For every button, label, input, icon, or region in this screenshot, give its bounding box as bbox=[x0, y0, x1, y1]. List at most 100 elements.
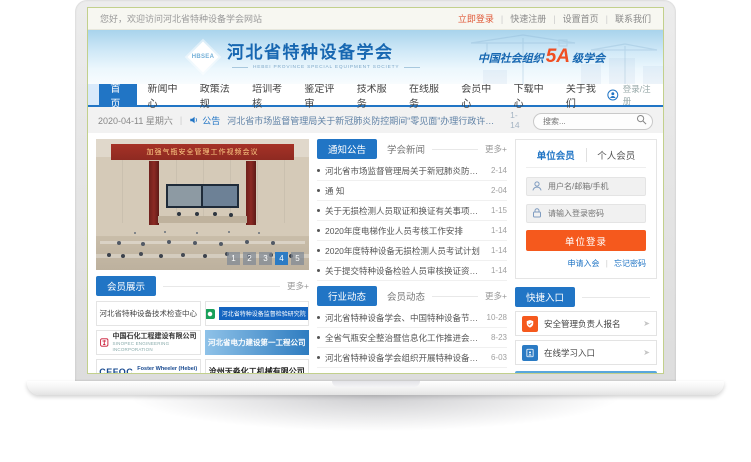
notices-more-link[interactable]: 更多+ bbox=[485, 143, 507, 155]
industry-tab[interactable]: 行业动态 bbox=[317, 286, 377, 306]
quick-entry-header: 快捷入口 bbox=[515, 287, 657, 307]
notices-header: 通知公告学会新闻 更多+ bbox=[317, 139, 507, 159]
nav-item[interactable]: 首页 bbox=[99, 84, 136, 105]
member-card[interactable]: CEFOC Foster Wheeler (Hebei) bbox=[96, 359, 201, 374]
marquee-link[interactable]: 河北省市场监督管理局关于新冠肺炎防控期间“零见面”办理行政许可的公告 bbox=[227, 114, 502, 127]
nav-item[interactable]: 会员中心 bbox=[450, 84, 502, 105]
speaker-icon bbox=[189, 115, 199, 125]
notice-item[interactable]: 关于无损检测人员取证和换证有关事项的通知 1-15 bbox=[317, 201, 507, 221]
notice-item[interactable]: 2020年度电梯作业人员考核工作安排 1-14 bbox=[317, 221, 507, 241]
user-avatar-icon bbox=[607, 88, 619, 102]
notice-item[interactable]: 2020年度特种设备无损检测人员考试计划 1-14 bbox=[317, 241, 507, 261]
site-logo[interactable]: HBSEA 河北省特种设备学会 HEBEI PROVINCE SPECIAL E… bbox=[188, 42, 425, 72]
sinopec-logo-icon bbox=[100, 336, 109, 349]
hbsea-logo-icon: HBSEA bbox=[188, 42, 218, 72]
nav-item[interactable]: 下载中心 bbox=[503, 84, 555, 105]
apply-membership-link[interactable]: 申请入会 bbox=[567, 259, 599, 268]
search-icon[interactable] bbox=[636, 114, 647, 125]
greeting-text: 您好，欢迎访问河北省特种设备学会网站 bbox=[100, 12, 262, 25]
utility-link[interactable]: 立即登录 bbox=[458, 12, 494, 25]
industry-header: 行业动态会员动态 更多+ bbox=[317, 286, 507, 306]
login-submit-button[interactable]: 单位登录 bbox=[526, 230, 646, 251]
industry-more-link[interactable]: 更多+ bbox=[485, 290, 507, 302]
utility-link[interactable]: 设置首页 bbox=[546, 12, 598, 25]
notices-list: 河北省市场监督管理局关于新冠肺炎防控期间“零... 2-14 通 知 2-04 … bbox=[317, 161, 507, 281]
password-field-wrap bbox=[526, 203, 646, 223]
audience bbox=[107, 253, 111, 257]
quick-link-online-learning[interactable]: 在线学习入口 ➤ bbox=[515, 340, 657, 365]
utility-bar: 您好，欢迎访问河北省特种设备学会网站 立即登录快速注册设置首页联系我们 bbox=[88, 8, 663, 30]
industry-item[interactable]: 河北省市场监管局召开全省加强气瓶安全管理工作... 5-28 bbox=[317, 368, 507, 374]
member-card[interactable]: 河北省电力建设第一工程公司 bbox=[205, 330, 310, 355]
utility-link[interactable]: 快速注册 bbox=[494, 12, 546, 25]
notice-item[interactable]: 通 知 2-04 bbox=[317, 181, 507, 201]
carousel-pager: 12345 bbox=[227, 252, 304, 265]
main-content: 加强气瓶安全管理工作视频会议 12345 bbox=[88, 133, 663, 374]
carousel-page-dot[interactable]: 5 bbox=[291, 252, 304, 265]
paperless-platform-banner[interactable]: 河北省特种设备作业人员无纸化管理平台 bbox=[515, 371, 657, 374]
laptop-base bbox=[27, 381, 724, 395]
laptop-screen: 您好，欢迎访问河北省特种设备学会网站 立即登录快速注册设置首页联系我们 bbox=[75, 0, 676, 381]
main-nav: 首页新闻中心政策法规培训考核鉴定评审技术服务在线服务会员中心下载中心关于我们 登… bbox=[88, 84, 663, 107]
carousel-page-dot[interactable]: 4 bbox=[275, 252, 288, 265]
nav-login[interactable]: 登录/注册 bbox=[607, 84, 663, 105]
forgot-password-link[interactable]: 忘记密码 bbox=[614, 259, 646, 268]
shield-icon bbox=[522, 316, 538, 332]
notice-item[interactable]: 关于提交特种设备检验人员审核换证资料的通知 1-14 bbox=[317, 261, 507, 281]
carousel-page-dot[interactable]: 2 bbox=[243, 252, 256, 265]
news-carousel[interactable]: 加强气瓶安全管理工作视频会议 12345 bbox=[96, 139, 309, 270]
carousel-page-dot[interactable]: 1 bbox=[227, 252, 240, 265]
password-input[interactable] bbox=[526, 204, 646, 223]
carousel-page-dot[interactable]: 3 bbox=[259, 252, 272, 265]
nav-item[interactable]: 鉴定评审 bbox=[293, 84, 345, 105]
member-login-card: 单位会员个人会员 bbox=[515, 139, 657, 279]
member-card[interactable]: 河北省特种设备监督检验研究院 bbox=[205, 301, 310, 326]
notices-tab[interactable]: 通知公告 bbox=[317, 139, 377, 159]
nav-item[interactable]: 培训考核 bbox=[241, 84, 293, 105]
member-grid: 河北省特种设备技术检查中心 河北省特种设备监督检验研究院 bbox=[96, 301, 309, 374]
industry-tab[interactable]: 会员动态 bbox=[387, 289, 425, 303]
member-card[interactable]: 中国石化工程建设有限公司 SINOPEC ENGINEERING INCORPO… bbox=[96, 330, 201, 355]
meeting-banner: 加强气瓶安全管理工作视频会议 bbox=[111, 144, 294, 160]
quick-link-safety-signup[interactable]: 安全管理负责人报名 ➤ bbox=[515, 311, 657, 336]
member-card[interactable]: 河北省特种设备技术检查中心 bbox=[96, 301, 201, 326]
industry-item[interactable]: 河北省特种设备学会、中国特种设备节能促进会在... 10-28 bbox=[317, 308, 507, 328]
member-card[interactable]: 沧州天淼化工机械有限公司 bbox=[205, 359, 310, 374]
login-links: 申请入会 | 忘记密码 bbox=[526, 258, 646, 269]
login-tab[interactable]: 个人会员 bbox=[587, 148, 647, 162]
person-icon bbox=[531, 180, 543, 192]
current-date: 2020-04-11 星期六 bbox=[98, 114, 173, 127]
nav-item[interactable]: 政策法规 bbox=[189, 84, 241, 105]
members-more-link[interactable]: 更多+ bbox=[287, 280, 309, 292]
search-input[interactable] bbox=[533, 113, 653, 130]
industry-item[interactable]: 全省气瓶安全整治暨信息化工作推进会召开 8-23 bbox=[317, 328, 507, 348]
nav-item[interactable]: 关于我们 bbox=[555, 84, 607, 105]
5a-grade-badge: 中国社会组织 5A 级学会 bbox=[478, 46, 605, 68]
site-title-english: HEBEI PROVINCE SPECIAL EQUIPMENT SOCIETY bbox=[227, 65, 425, 70]
notice-bar: 2020-04-11 星期六 | 公告 河北省市场监督管理局关于新冠肺炎防控期间… bbox=[88, 107, 663, 133]
left-column: 加强气瓶安全管理工作视频会议 12345 bbox=[96, 139, 309, 374]
nav-item[interactable]: 技术服务 bbox=[346, 84, 398, 105]
username-input[interactable] bbox=[526, 177, 646, 196]
notices-tab[interactable]: 学会新闻 bbox=[387, 142, 425, 156]
login-tab[interactable]: 单位会员 bbox=[526, 148, 587, 162]
site-title: 河北省特种设备学会 bbox=[227, 44, 425, 63]
members-section-header: 会员展示 更多+ bbox=[96, 276, 309, 296]
middle-column: 通知公告学会新闻 更多+ 河北省市场监督管理局关于新冠肺炎防控期间“零... 2… bbox=[317, 139, 507, 374]
search-box bbox=[533, 111, 653, 130]
industry-item[interactable]: 河北省特种设备学会组织开展特种设备隐患排查培... 6-03 bbox=[317, 348, 507, 368]
members-title: 会员展示 bbox=[96, 276, 156, 296]
laptop-mockup: 您好，欢迎访问河北省特种设备学会网站 立即登录快速注册设置首页联系我们 bbox=[0, 0, 751, 462]
industry-list: 河北省特种设备学会、中国特种设备节能促进会在... 10-28 全省气瓶安全整治… bbox=[317, 308, 507, 374]
utility-link[interactable]: 联系我们 bbox=[599, 12, 651, 25]
laptop-shadow bbox=[55, 395, 695, 447]
learning-icon bbox=[522, 345, 538, 361]
grade-5a: 5A bbox=[546, 46, 570, 68]
nav-item[interactable]: 在线服务 bbox=[398, 84, 450, 105]
website-viewport: 您好，欢迎访问河北省特种设备学会网站 立即登录快速注册设置首页联系我们 bbox=[87, 7, 664, 374]
login-register-label: 登录/注册 bbox=[623, 83, 653, 107]
chevron-right-icon: ➤ bbox=[643, 319, 650, 328]
nav-item[interactable]: 新闻中心 bbox=[137, 84, 189, 105]
announcement-toggle[interactable]: 公告 bbox=[189, 114, 220, 127]
notice-item[interactable]: 河北省市场监督管理局关于新冠肺炎防控期间“零... 2-14 bbox=[317, 161, 507, 181]
